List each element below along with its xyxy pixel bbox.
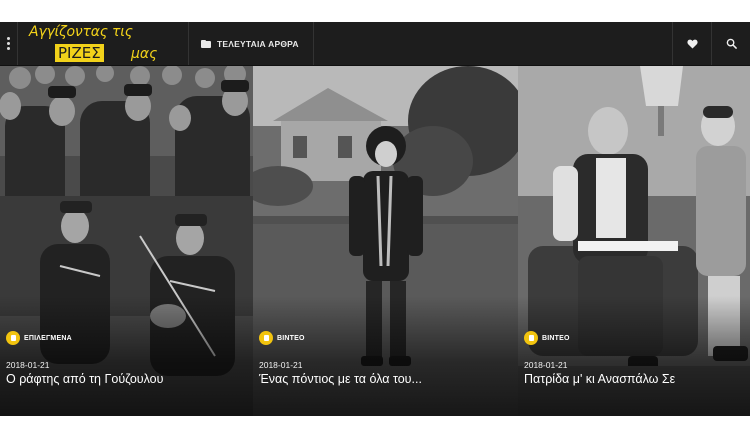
search-button[interactable] — [711, 22, 750, 65]
article-card[interactable]: ΕΠΙΛΕΓΜΕΝΑ 2018-01-21 Ο ράφτης από τη Γο… — [0, 66, 253, 416]
article-title[interactable]: Ένας πόντιος με τα όλα του... — [259, 372, 422, 386]
featured-articles-grid: ΕΠΙΛΕΓΜΕΝΑ 2018-01-21 Ο ράφτης από τη Γο… — [0, 66, 750, 416]
card-overlay — [0, 296, 253, 416]
heart-icon — [686, 39, 698, 49]
nav-latest-articles[interactable]: ΤΕΛΕΥΤΑΙΑ ΑΡΘΡΑ — [189, 22, 314, 65]
nav-latest-label: ΤΕΛΕΥΤΑΙΑ ΑΡΘΡΑ — [217, 38, 299, 49]
search-icon — [726, 38, 737, 49]
article-date: 2018-01-21 — [259, 360, 303, 370]
logo-text-line2: ΡΙΖΕΣ — [55, 44, 104, 62]
article-card[interactable]: ΒΙΝΤΕΟ 2018-01-21 Πατρίδα μ' κι Ανασπάλω… — [518, 66, 750, 416]
category-label: ΕΠΙΛΕΓΜΕΝΑ — [24, 334, 72, 342]
logo-text-line1: Αγγίζοντας τις — [29, 24, 133, 40]
article-date: 2018-01-21 — [524, 360, 568, 370]
category-label: ΒΙΝΤΕΟ — [542, 334, 570, 342]
favorites-button[interactable] — [672, 22, 711, 65]
site-logo[interactable]: Αγγίζοντας τις ΡΙΖΕΣ μας — [18, 22, 189, 65]
top-navigation-bar: Αγγίζοντας τις ΡΙΖΕΣ μας ΤΕΛΕΥΤΑΙΑ ΑΡΘΡΑ — [0, 22, 750, 66]
card-overlay — [518, 296, 750, 416]
menu-toggle-button[interactable] — [0, 22, 18, 65]
bookmark-icon — [259, 331, 273, 345]
article-date: 2018-01-21 — [6, 360, 50, 370]
category-badge[interactable]: ΒΙΝΤΕΟ — [524, 331, 570, 345]
category-label: ΒΙΝΤΕΟ — [277, 334, 305, 342]
menu-dots-icon — [7, 37, 10, 50]
card-overlay — [253, 296, 518, 416]
article-title[interactable]: Πατρίδα μ' κι Ανασπάλω Σε — [524, 372, 675, 386]
bookmark-icon — [524, 331, 538, 345]
bookmark-icon — [6, 331, 20, 345]
category-badge[interactable]: ΕΠΙΛΕΓΜΕΝΑ — [6, 331, 72, 345]
header-spacer — [314, 22, 672, 65]
article-card[interactable]: ΒΙΝΤΕΟ 2018-01-21 Ένας πόντιος με τα όλα… — [253, 66, 518, 416]
logo-text-line3: μας — [131, 46, 158, 62]
article-title[interactable]: Ο ράφτης από τη Γούζουλου — [6, 372, 163, 386]
folder-icon — [201, 39, 211, 48]
category-badge[interactable]: ΒΙΝΤΕΟ — [259, 331, 305, 345]
